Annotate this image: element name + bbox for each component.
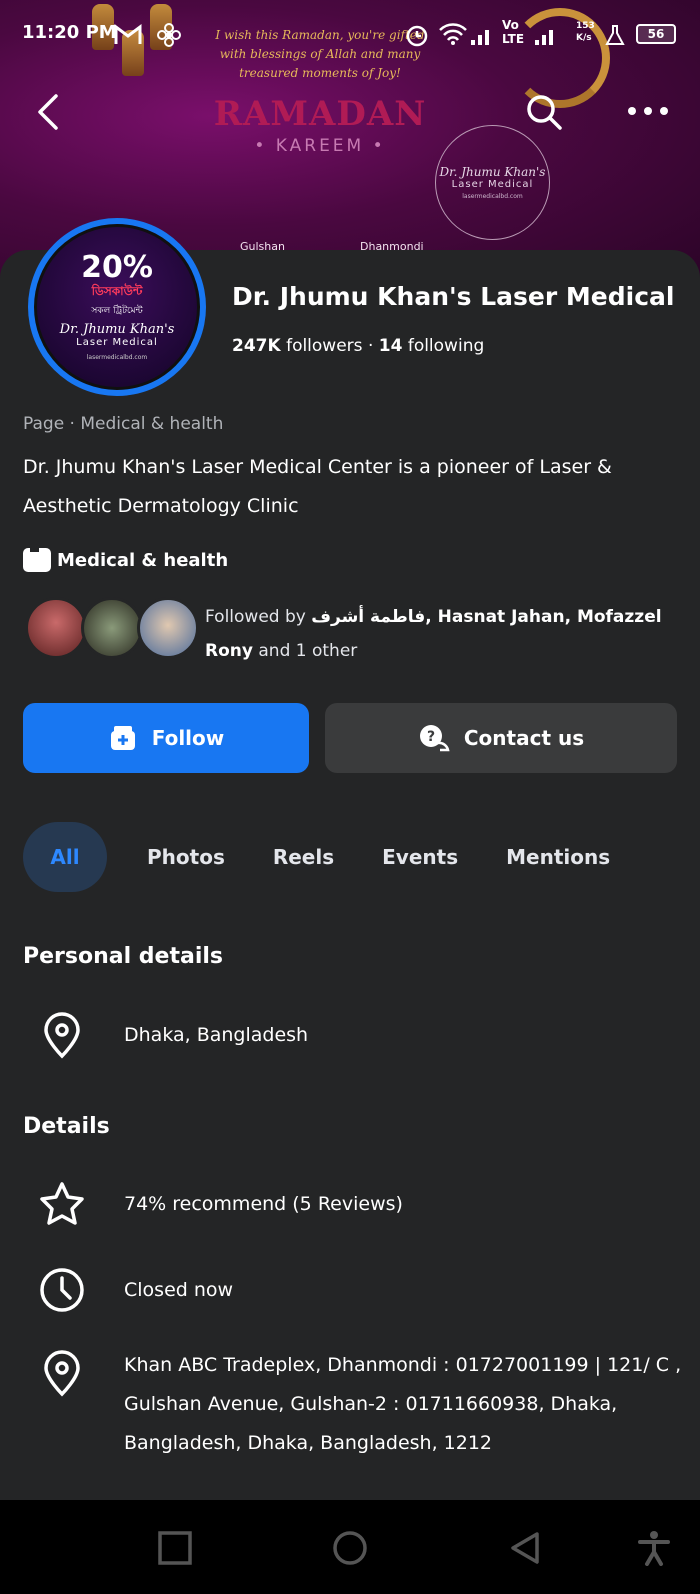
avatar-name: Dr. Jhumu Khan's [59,322,175,337]
tab-events[interactable]: Events [358,822,482,892]
avatar-url: lasermedicalbd.com [86,354,148,361]
cover-logo-url: lasermedicalbd.com [462,193,523,200]
tab-all[interactable]: All [23,822,107,892]
svg-text:?: ? [427,729,435,745]
cover-logo-sub: Laser Medical [451,179,534,190]
cover-logo-name: Dr. Jhumu Khan's [439,165,546,179]
followed-by-prefix: Followed by [205,607,306,627]
tab-mentions[interactable]: Mentions [482,822,634,892]
flask-icon [605,25,625,45]
details-title: Details [23,1114,110,1139]
followers-label[interactable]: followers [286,336,362,356]
cover-title: RAMADAN [213,94,427,134]
following-count[interactable]: 14 [379,336,403,356]
accessibility-icon[interactable] [636,1530,672,1566]
avatar-sub: Laser Medical [76,337,158,348]
recent-apps-icon[interactable] [157,1530,193,1566]
tab-reels[interactable]: Reels [249,822,358,892]
category-row: Medical & health [23,548,228,572]
network-type: Vo LTE [502,18,525,46]
system-nav-bar [0,1500,700,1594]
follow-stats: 247K followers · 14 following [232,336,484,356]
location-pin-icon [44,1012,80,1059]
location-text: Dhaka, Bangladesh [124,1024,309,1046]
followers-count[interactable]: 247K [232,336,281,356]
wifi-icon [439,23,467,45]
avatar-bn-line1: ডিসকাউন্ট [91,284,143,298]
network-speed: 153 K/s [576,21,595,43]
profile-picture[interactable]: 20% ডিসকাউন্ট সকল ট্রিটমেন্ট Dr. Jhumu K… [28,218,206,396]
following-label[interactable]: following [408,336,484,356]
recommend-text: 74% recommend (5 Reviews) [124,1193,403,1215]
mutual-friends-avatars[interactable] [25,597,205,661]
page-title: Dr. Jhumu Khan's Laser Medical [232,282,675,311]
briefcase-icon [23,548,51,572]
avatar-bn-line2: সকল ট্রিটমেন্ট [91,306,143,316]
personal-details-title: Personal details [23,944,224,969]
avatar-percent: 20% [81,250,153,285]
tab-photos[interactable]: Photos [123,822,249,892]
back-triangle-icon[interactable] [507,1530,543,1566]
pinwheel-icon [157,23,181,47]
category-label: Medical & health [57,549,229,571]
signal-icon [471,30,489,45]
page-category-line: Page · Medical & health [23,414,224,434]
address-text: Khan ABC Tradeplex, Dhanmondi : 01727001… [124,1354,682,1454]
follow-label: Follow [151,726,225,750]
location-pin-icon [44,1350,80,1397]
friend-avatar[interactable] [81,597,143,659]
hours-text: Closed now [124,1279,234,1301]
chat-question-icon: ? [419,725,450,752]
follow-page-icon [110,726,135,750]
gmail-icon [114,24,142,44]
follow-button[interactable]: Follow [23,703,309,773]
cover-subtitle: • KAREEM • [254,136,386,156]
followed-by-suffix[interactable]: and 1 other [258,641,357,661]
alarm-icon [406,25,428,47]
stats-separator: · [367,336,374,356]
page-bio: Dr. Jhumu Khan's Laser Medical Center is… [23,456,612,517]
contact-us-button[interactable]: ? Contact us [325,703,677,773]
cover-logo: Dr. Jhumu Khan's Laser Medical lasermedi… [435,125,550,240]
battery-indicator: 56 [636,24,676,44]
friend-avatar[interactable] [137,597,199,659]
profile-tabs: All Photos Reels Events Mentions [23,822,634,892]
back-arrow-icon[interactable] [30,92,70,132]
signal-icon [535,30,553,45]
more-options-icon[interactable] [624,96,672,126]
home-icon[interactable] [332,1530,368,1566]
status-bar: 11:20 PM Vo LTE 153 K/s 56 [0,0,700,70]
followed-by-text[interactable]: Followed by فاطمة أشرف, Hasnat Jahan, Mo… [205,600,685,668]
status-time: 11:20 PM [22,22,117,43]
contact-label: Contact us [463,726,585,750]
search-icon[interactable] [524,92,564,132]
friend-avatar[interactable] [25,597,87,659]
clock-icon [40,1268,84,1312]
star-icon [40,1182,84,1225]
